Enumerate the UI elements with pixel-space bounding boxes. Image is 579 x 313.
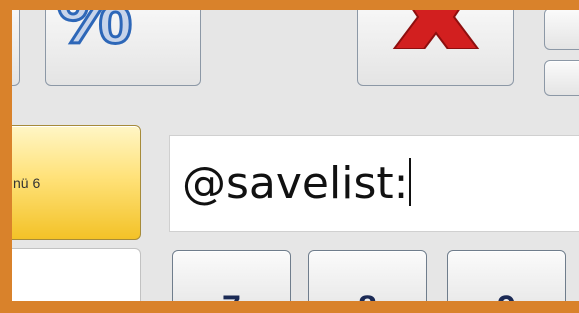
partial-button-left[interactable] (12, 10, 20, 86)
command-input[interactable]: @savelist: (169, 135, 579, 232)
keypad-key-9[interactable]: 9 (447, 250, 566, 301)
menu-button-label: nü 6 (13, 175, 41, 191)
right-button-middle[interactable] (544, 60, 579, 96)
percent-icon: % (54, 10, 134, 62)
app-window: % nü 6 @savelist: 7 8 9 (12, 10, 579, 301)
keypad-key-8[interactable]: 8 (308, 250, 427, 301)
text-caret (409, 158, 412, 206)
blank-button[interactable] (12, 248, 141, 301)
key-label: 7 (173, 289, 290, 301)
command-input-value: @savelist: (182, 158, 412, 209)
key-label: 8 (309, 289, 426, 301)
right-button-top[interactable] (544, 10, 579, 50)
key-label: 9 (448, 289, 565, 301)
delete-button[interactable] (357, 10, 514, 86)
close-icon (392, 10, 480, 49)
keypad-key-7[interactable]: 7 (172, 250, 291, 301)
menu-button-6[interactable]: nü 6 (12, 125, 141, 240)
percent-button[interactable]: % (45, 10, 201, 86)
